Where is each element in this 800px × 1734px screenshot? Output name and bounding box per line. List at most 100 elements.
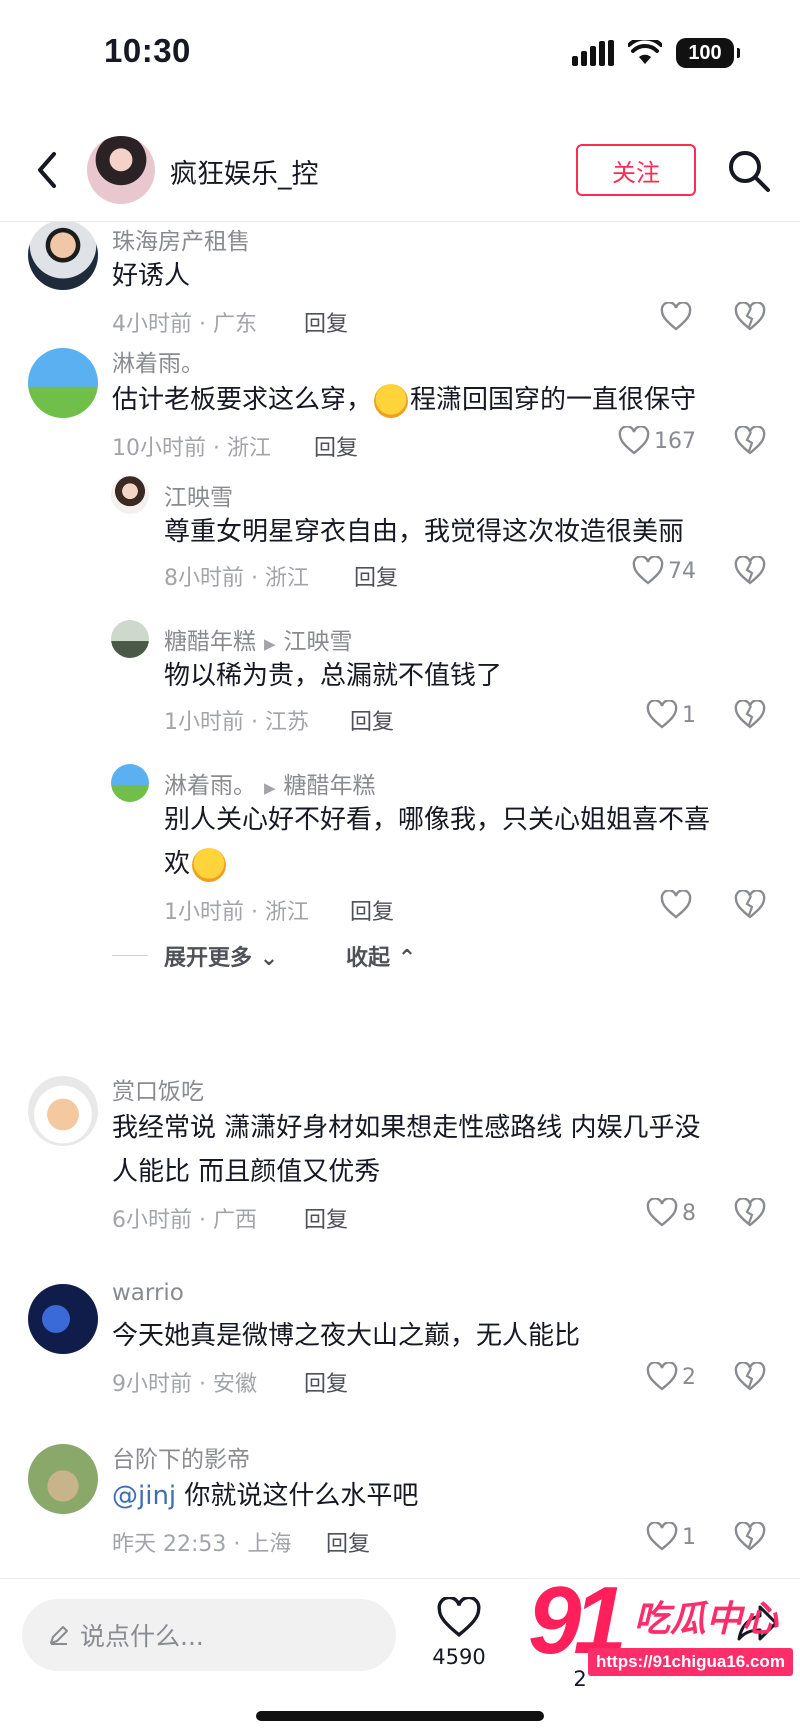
watermark-logo: 91 吃瓜中心 https://91chigua16.com [522,1567,800,1694]
follow-button[interactable]: 关注 [576,144,696,196]
like-button[interactable]: 1 [646,1522,696,1552]
video-like-button[interactable]: 4590 [426,1595,492,1669]
like-count: 167 [654,428,696,454]
reply-username: 淋着雨。 ▶ 糖醋年糕 [164,766,376,800]
reply-arrow-icon: ▶ [264,779,276,797]
comment-text: 估计老板要求这么穿， 程潇回国穿的一直很保守 [112,378,696,422]
wifi-icon [628,40,662,64]
avatar[interactable] [111,620,149,658]
reply-text-line: 欢 [164,842,228,886]
comment-item: 淋着雨。 估计老板要求这么穿， 程潇回国穿的一直很保守 10小时前 · 浙江 回复… [0,344,800,1034]
heart-icon [437,1595,481,1637]
reply-text-part: 欢 [164,849,191,879]
header: 疯狂娱乐_控 关注 [0,118,800,222]
crying-laughing-emoji-icon [374,383,409,418]
comment-text: 今天她真是微博之夜大山之巅，无人能比 [112,1321,581,1351]
avatar[interactable] [111,764,149,802]
like-button[interactable] [660,890,696,920]
like-button[interactable] [660,302,696,332]
heart-icon [646,1522,678,1551]
like-button[interactable]: 8 [646,1198,696,1228]
heart-icon [646,1362,678,1391]
comment-text-part: 估计老板要求这么穿， [112,385,373,415]
chevron-up-icon: ⌃ [397,946,417,971]
reply-username: 糖醋年糕 ▶ 江映雪 [164,622,353,656]
comment-time-location: 昨天 22:53 · 上海 [112,1532,292,1557]
watermark-url: https://91chigua16.com [588,1648,793,1676]
dislike-icon[interactable] [734,1362,766,1392]
comment-text-part: 你就说这什么水平吧 [176,1481,419,1511]
avatar[interactable] [111,476,149,514]
reply-button[interactable]: 回复 [314,430,358,462]
like-count: 1 [682,702,696,728]
account-avatar[interactable] [87,136,155,204]
replies-expand-row: 展开更多 ⌄ 收起 ⌃ [0,936,800,976]
like-button[interactable]: 1 [646,700,696,730]
like-button[interactable]: 74 [632,556,696,586]
pencil-icon [50,1626,68,1645]
dislike-icon[interactable] [734,890,766,920]
collapse-button[interactable]: 收起 ⌃ [346,940,416,972]
reply-button[interactable]: 回复 [350,704,394,736]
comment-username[interactable]: 淋着雨。 [112,344,204,378]
battery-indicator: 100 [676,38,740,68]
dislike-icon[interactable] [734,1522,766,1552]
avatar[interactable] [28,1284,98,1354]
like-button[interactable]: 2 [646,1362,696,1392]
comment-item: 珠海房产租售 好诱人 4小时前 · 广东 回复 [0,222,800,352]
video-like-count: 4590 [432,1645,486,1669]
comment-input[interactable]: 说点什么... [22,1599,396,1671]
reply-text-line: 别人关心好不好看，哪像我，只关心姐姐喜不喜 [164,805,711,835]
avatar[interactable] [28,222,98,290]
dislike-icon[interactable] [734,302,766,332]
heart-icon [660,302,692,331]
comment-time-location: 4小时前 · 广东 [112,312,257,337]
comment-username[interactable]: 赏口饭吃 [112,1072,204,1106]
reply-button[interactable]: 回复 [304,1202,348,1234]
reply-author[interactable]: 糖醋年糕 [164,629,256,655]
reply-time-location: 1小时前 · 浙江 [164,900,309,925]
reply-target[interactable]: 糖醋年糕 [284,773,376,799]
reply-target[interactable]: 江映雪 [284,629,353,655]
reply-button[interactable]: 回复 [304,1366,348,1398]
like-button[interactable]: 167 [618,426,696,456]
comment-time-location: 9小时前 · 安徽 [112,1372,257,1397]
reply-button[interactable]: 回复 [350,894,394,926]
reply-time-location: 1小时前 · 江苏 [164,710,309,735]
dislike-icon[interactable] [734,426,766,456]
dislike-icon[interactable] [734,1198,766,1228]
reply-time-location: 8小时前 · 浙江 [164,566,309,591]
comment-item: 台阶下的影帝 @jinj 你就说这什么水平吧 昨天 22:53 · 上海 回复 … [0,1440,800,1570]
heart-icon [660,890,692,919]
like-count: 8 [682,1200,696,1226]
heart-icon [646,1198,678,1227]
reply-button[interactable]: 回复 [354,560,398,592]
dislike-icon[interactable] [734,700,766,730]
avatar[interactable] [28,1444,98,1514]
comment-username[interactable]: 珠海房产租售 [112,222,250,256]
comment-list: 珠海房产租售 好诱人 4小时前 · 广东 回复 淋着雨。 估计老板要求这么穿， 程… [0,222,800,1578]
reply-button[interactable]: 回复 [326,1526,370,1558]
reply-text: 物以稀为贵，总漏就不值钱了 [164,661,503,691]
comment-time-location: 10小时前 · 浙江 [112,436,271,461]
expand-more-button[interactable]: 展开更多 ⌄ [164,940,278,972]
back-icon[interactable] [30,148,66,192]
comment-text-line: 我经常说 潇潇好身材如果想走性感路线 内娱几乎没 [112,1113,701,1143]
reply-username[interactable]: 江映雪 [164,478,233,512]
divider [112,955,148,956]
avatar[interactable] [28,348,98,418]
mention-link[interactable]: @jinj [112,1481,176,1511]
account-name[interactable]: 疯狂娱乐_控 [170,152,319,191]
comment-input-placeholder: 说点什么... [80,1622,204,1651]
comment-text: @jinj 你就说这什么水平吧 [112,1474,418,1518]
like-count: 2 [682,1364,696,1390]
dislike-icon[interactable] [734,556,766,586]
comment-username[interactable]: warrio [112,1280,184,1306]
status-icons: 100 [572,38,740,68]
comment-username[interactable]: 台阶下的影帝 [112,1440,250,1474]
search-icon[interactable] [726,148,772,194]
reply-author[interactable]: 淋着雨。 [164,773,256,799]
avatar[interactable] [28,1076,98,1146]
reply-arrow-icon: ▶ [264,635,276,653]
reply-button[interactable]: 回复 [304,306,348,338]
